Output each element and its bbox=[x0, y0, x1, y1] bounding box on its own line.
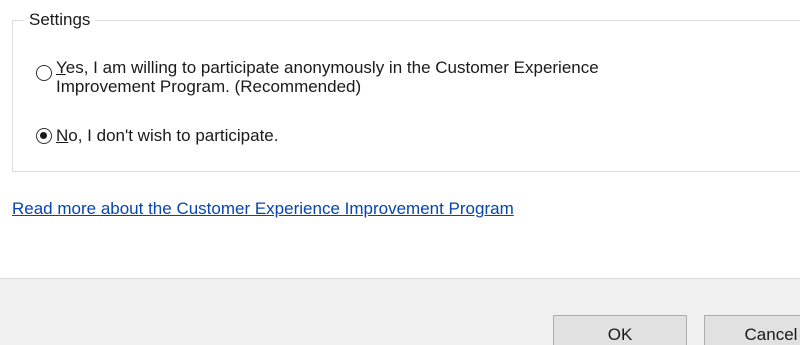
cancel-button[interactable]: Cancel bbox=[704, 315, 800, 345]
dialog-footer: OK Cancel bbox=[0, 278, 800, 345]
radio-option-yes-line1: Yes, I am willing to participate anonymo… bbox=[56, 58, 599, 77]
settings-groupbox bbox=[12, 20, 800, 172]
ok-button[interactable]: OK bbox=[553, 315, 687, 345]
radio-option-no[interactable]: No, I don't wish to participate. bbox=[36, 126, 278, 145]
mnemonic-yes: Y bbox=[56, 58, 66, 77]
radio-option-no-line: No, I don't wish to participate. bbox=[56, 126, 278, 145]
mnemonic-no: N bbox=[56, 126, 69, 145]
settings-legend: Settings bbox=[24, 10, 96, 30]
dialog-window: Settings Yes, I am willing to participat… bbox=[0, 0, 800, 345]
radio-selected-dot bbox=[40, 132, 47, 139]
radio-option-yes-line1-text: es, I am willing to participate anonymou… bbox=[65, 58, 599, 77]
radio-option-no-label[interactable]: No, I don't wish to participate. bbox=[56, 126, 278, 145]
radio-option-yes-label[interactable]: Yes, I am willing to participate anonymo… bbox=[56, 58, 599, 96]
radio-option-no-text: o, I don't wish to participate. bbox=[68, 126, 279, 145]
radio-option-yes-line2: Improvement Program. (Recommended) bbox=[56, 77, 362, 96]
radio-button-unselected[interactable] bbox=[36, 65, 52, 81]
read-more-link[interactable]: Read more about the Customer Experience … bbox=[12, 199, 514, 219]
radio-button-selected[interactable] bbox=[36, 128, 52, 144]
radio-option-yes[interactable]: Yes, I am willing to participate anonymo… bbox=[36, 58, 599, 96]
